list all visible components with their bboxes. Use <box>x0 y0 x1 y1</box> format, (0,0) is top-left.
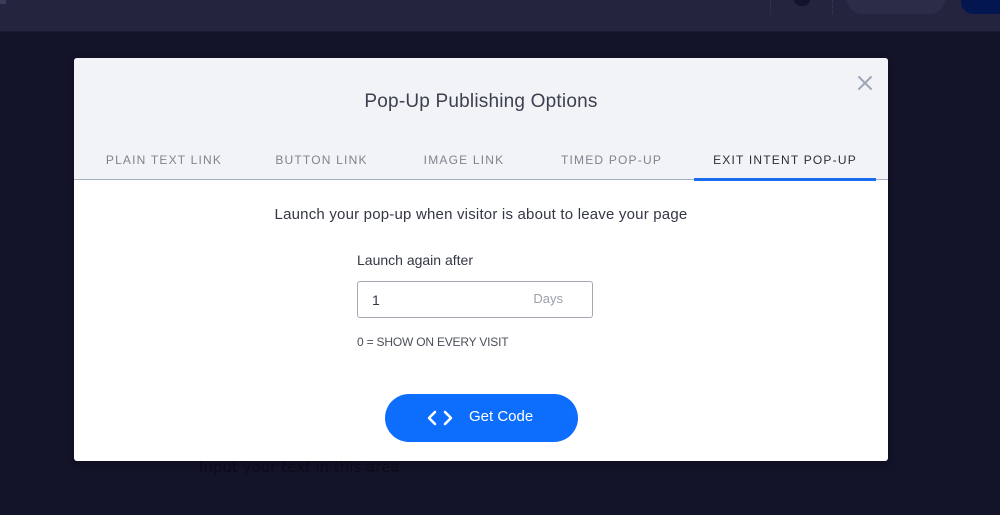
publishing-tabs: PLAIN TEXT LINK BUTTON LINK IMAGE LINK T… <box>74 146 888 181</box>
modal-header: Pop-Up Publishing Options PLAIN TEXT LIN… <box>74 58 888 181</box>
get-code-label: Get Code <box>469 408 534 425</box>
launch-again-field[interactable]: Days <box>357 281 593 318</box>
tab-image-link[interactable]: IMAGE LINK <box>404 146 524 180</box>
launch-again-days-input[interactable] <box>358 282 518 317</box>
code-icon <box>427 410 453 426</box>
launch-again-label: Launch again after <box>357 252 473 268</box>
tab-timed-pop-up[interactable]: TIMED POP-UP <box>544 146 679 180</box>
top-bar-primary-button[interactable] <box>961 0 1000 14</box>
top-bar-logo-fragment <box>0 0 6 4</box>
launch-again-hint: 0 = SHOW ON EVERY VISIT <box>357 335 509 349</box>
tab-button-link[interactable]: BUTTON LINK <box>254 146 389 180</box>
tab-description: Launch your pop-up when visitor is about… <box>274 206 688 223</box>
tab-plain-text-link[interactable]: PLAIN TEXT LINK <box>94 146 234 180</box>
publishing-options-modal: Pop-Up Publishing Options PLAIN TEXT LIN… <box>74 58 888 461</box>
top-bar-secondary-button[interactable] <box>846 0 946 14</box>
help-icon[interactable] <box>794 0 810 6</box>
top-bar-divider <box>770 0 771 14</box>
tab-exit-intent-pop-up[interactable]: EXIT INTENT POP-UP <box>694 146 876 181</box>
top-bar-divider <box>832 0 833 14</box>
days-unit-label: Days <box>533 291 563 306</box>
get-code-button[interactable]: Get Code <box>385 394 578 442</box>
modal-title: Pop-Up Publishing Options <box>364 91 598 112</box>
app-top-bar <box>0 0 1000 32</box>
